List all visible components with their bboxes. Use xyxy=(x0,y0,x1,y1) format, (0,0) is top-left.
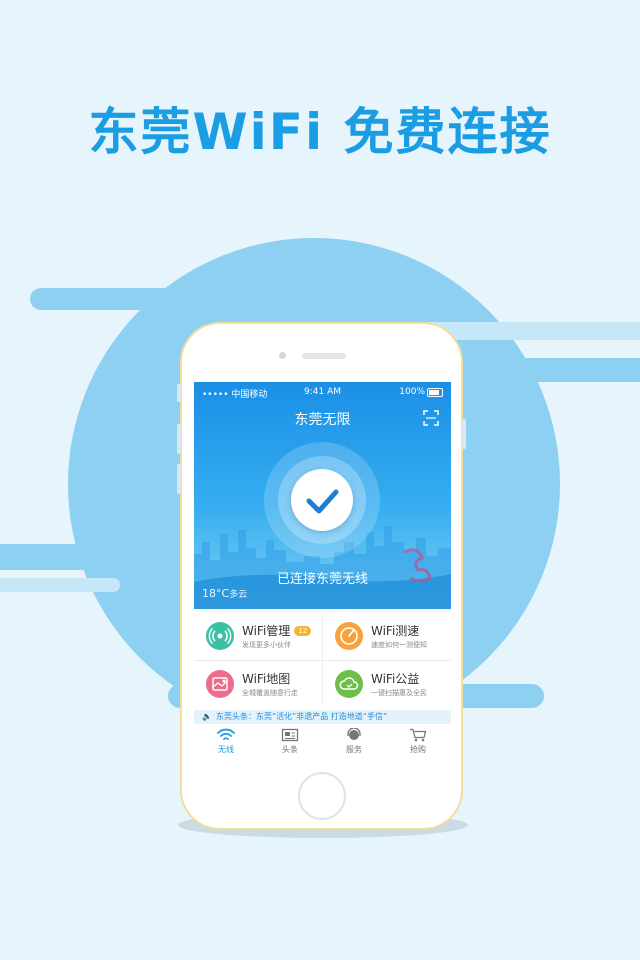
tab-shop[interactable]: 抢购 xyxy=(386,728,450,755)
status-bar: ••••• 中国移动 9:41 AM 100% xyxy=(194,382,451,402)
wifi-icon xyxy=(217,728,235,740)
battery-label: 100% xyxy=(399,387,425,397)
tab-label: 无线 xyxy=(218,745,234,754)
signal-icon xyxy=(206,622,234,650)
feature-wifi-manage[interactable]: WiFi管理 12 发现更多小伙伴 xyxy=(194,614,322,660)
feature-title: WiFi地图 xyxy=(242,672,291,686)
connection-status: 已连接东莞无线 xyxy=(276,572,368,587)
cart-icon xyxy=(410,728,427,742)
feature-subtitle: 一键扫描惠及全民 xyxy=(371,689,427,697)
grid-divider xyxy=(194,660,451,661)
hero-panel: ••••• 中国移动 9:41 AM 100% 东莞无限 已连接东莞无线 18°… xyxy=(194,382,451,609)
app-screen: ••••• 中国移动 9:41 AM 100% 东莞无限 已连接东莞无线 18°… xyxy=(194,382,451,760)
speedometer-icon xyxy=(335,622,363,650)
phone-side-button xyxy=(177,464,181,494)
background-bar xyxy=(0,544,200,570)
feature-subtitle: 速度如何一测便知 xyxy=(371,641,427,649)
cloud-icon xyxy=(335,670,363,698)
feature-wifi-charity[interactable]: WiFi公益 一键扫描惠及全民 xyxy=(323,662,451,708)
tab-label: 头条 xyxy=(282,745,298,754)
map-icon xyxy=(206,670,234,698)
speaker-icon: 🔈 xyxy=(202,712,212,721)
news-ticker[interactable]: 🔈 东莞头条：东莞“活化”非遗产品 打造地道“手信” xyxy=(194,710,451,724)
feature-wifi-speedtest[interactable]: WiFi测速 速度如何一测便知 xyxy=(323,614,451,660)
feature-wifi-map[interactable]: WiFi地图 全城覆盖随意行走 xyxy=(194,662,322,708)
tab-news[interactable]: 头条 xyxy=(258,728,322,755)
connected-button[interactable] xyxy=(291,469,353,531)
scan-icon[interactable] xyxy=(423,410,439,426)
clock: 9:41 AM xyxy=(304,387,341,397)
phone-mockup: ••••• 中国移动 9:41 AM 100% 东莞无限 已连接东莞无线 18°… xyxy=(177,322,466,830)
phone-side-button xyxy=(177,424,181,454)
feature-title: WiFi管理 xyxy=(242,624,291,638)
tab-bar: 无线 头条 服务 抢购 xyxy=(194,726,451,760)
checkmark-icon xyxy=(306,489,339,514)
feature-title: WiFi公益 xyxy=(371,672,420,686)
headset-icon xyxy=(347,728,361,740)
weather-widget: 18°C多云 xyxy=(202,587,247,600)
background-bar xyxy=(0,578,120,592)
phone-speaker xyxy=(302,353,346,359)
weather-temp: 18°C xyxy=(202,587,230,600)
tab-label: 服务 xyxy=(346,745,362,754)
battery-icon xyxy=(427,388,443,397)
newspaper-icon xyxy=(281,728,299,742)
feature-subtitle: 全城覆盖随意行走 xyxy=(242,689,298,697)
tab-label: 抢购 xyxy=(410,745,426,754)
tab-wifi[interactable]: 无线 xyxy=(194,728,258,755)
feature-title: WiFi测速 xyxy=(371,624,420,638)
phone-side-button xyxy=(177,384,181,402)
phone-side-button xyxy=(462,419,466,449)
home-button[interactable] xyxy=(298,772,346,820)
feature-subtitle: 发现更多小伙伴 xyxy=(242,641,291,649)
ticker-text: 东莞头条：东莞“活化”非遗产品 打造地道“手信” xyxy=(215,712,388,721)
app-title: 东莞无限 xyxy=(294,412,351,428)
background-bar xyxy=(30,288,282,310)
carrier-label: ••••• 中国移动 xyxy=(202,390,268,400)
phone-camera xyxy=(279,352,286,359)
headline: 东莞WiFi 免费连接 xyxy=(88,103,552,161)
tab-service[interactable]: 服务 xyxy=(322,728,386,755)
notification-badge: 12 xyxy=(294,626,312,636)
weather-condition: 多云 xyxy=(229,590,248,600)
